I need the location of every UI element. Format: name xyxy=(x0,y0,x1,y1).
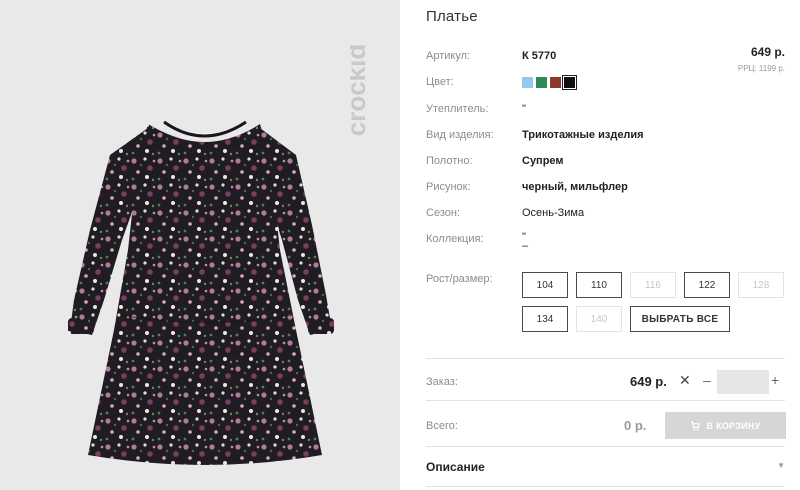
description-toggle[interactable]: Описание xyxy=(426,460,485,474)
divider xyxy=(426,358,785,359)
dress-image xyxy=(68,120,334,465)
spec-label-type: Вид изделия: xyxy=(426,129,494,141)
total-value: 0 р. xyxy=(624,418,647,433)
spec-label-print: Рисунок: xyxy=(426,181,471,193)
size-button-134[interactable]: 134 xyxy=(522,306,568,332)
divider xyxy=(426,400,785,401)
spec-value-type: Трикотажные изделия xyxy=(522,129,644,141)
divider xyxy=(426,446,785,447)
quantity-plus-button[interactable]: + xyxy=(771,372,779,388)
size-button-128: 128 xyxy=(738,272,784,298)
spec-value-season: Осень-Зима xyxy=(522,207,585,219)
cart-icon xyxy=(691,420,701,430)
brand-logo: crockid xyxy=(341,20,380,160)
chevron-down-icon[interactable]: ▼ xyxy=(777,461,785,470)
spec-value-article: К 5770 xyxy=(522,50,557,62)
spec-label-color: Цвет: xyxy=(426,76,454,88)
spec-value-print: черный, мильфлер xyxy=(522,181,628,193)
size-button-122[interactable]: 122 xyxy=(684,272,730,298)
divider xyxy=(426,486,785,487)
spec-label-fabric: Полотно: xyxy=(426,155,473,167)
close-icon: ✕ xyxy=(679,372,691,388)
total-label: Всего: xyxy=(426,420,458,432)
swatch-black[interactable] xyxy=(562,75,577,90)
rrp-price: РРЦ: 1199 р. xyxy=(737,64,785,73)
quantity-minus-button[interactable]: – xyxy=(703,372,711,388)
size-button-116: 116 xyxy=(630,272,676,298)
order-price: 649 р. xyxy=(630,374,667,389)
spec-label-insulation: Утеплитель: xyxy=(426,103,489,115)
swatch-brown[interactable] xyxy=(550,77,561,88)
product-title: Платье xyxy=(426,8,478,25)
swatch-green[interactable] xyxy=(536,77,547,88)
spec-value-fabric: Супрем xyxy=(522,155,564,167)
spec-label-collection: Коллекция: xyxy=(426,233,484,245)
quantity-input[interactable] xyxy=(717,370,769,394)
add-to-cart-button[interactable]: В КОРЗИНУ xyxy=(665,412,786,439)
product-photo[interactable]: crockid xyxy=(0,0,400,490)
size-button-140: 140 xyxy=(576,306,622,332)
product-price: 649 р. xyxy=(750,45,785,59)
spec-label-season: Сезон: xyxy=(426,207,460,219)
swatch-light-blue[interactable] xyxy=(522,77,533,88)
color-swatches xyxy=(522,75,577,90)
size-button-104[interactable]: 104 xyxy=(522,272,568,298)
size-button-110[interactable]: 110 xyxy=(576,272,622,298)
spec-value-insulation: " xyxy=(522,103,526,115)
spec-value-collection-2: – xyxy=(522,240,529,252)
order-label: Заказ: xyxy=(426,376,458,388)
size-label: Рост/размер: xyxy=(426,273,493,285)
select-all-sizes-button[interactable]: ВЫБРАТЬ ВСЕ xyxy=(630,306,730,332)
svg-text:crockid: crockid xyxy=(350,44,371,137)
spec-label-article: Артикул: xyxy=(426,50,471,62)
add-to-cart-label: В КОРЗИНУ xyxy=(706,420,761,431)
